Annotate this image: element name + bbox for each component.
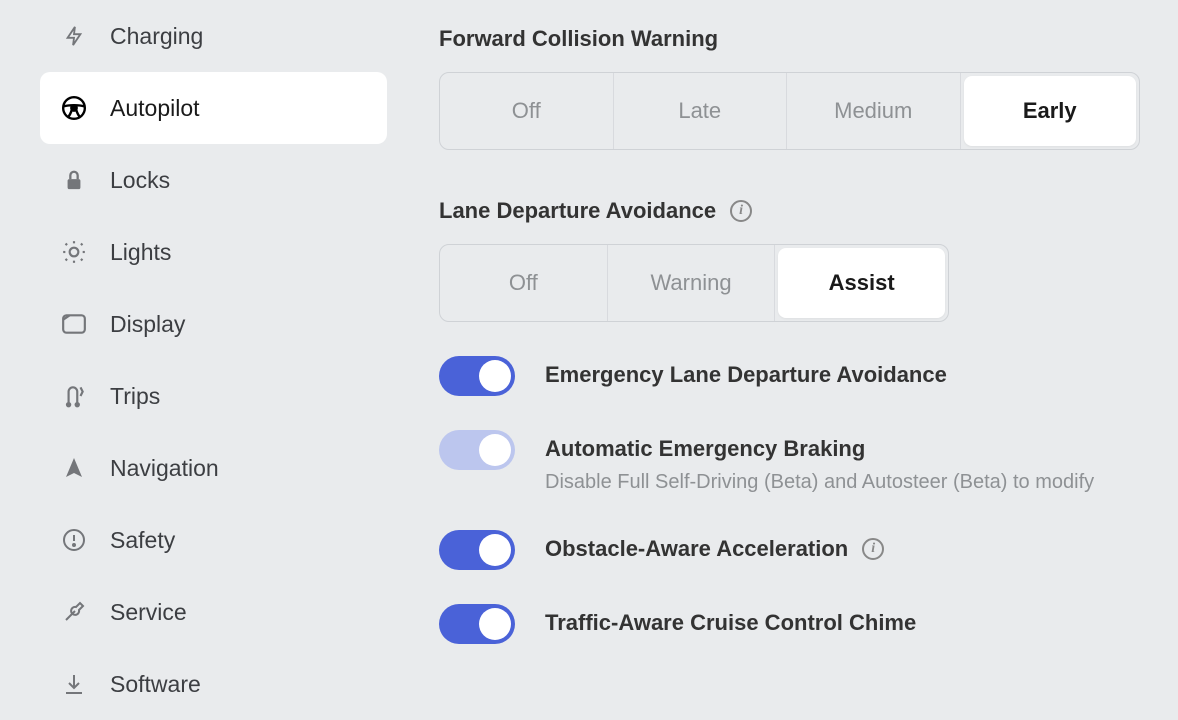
lda-option-off[interactable]: Off xyxy=(440,245,608,321)
lda-title-text: Lane Departure Avoidance xyxy=(439,198,716,224)
aeb-label: Automatic Emergency Braking xyxy=(545,430,1094,462)
sidebar-label: Charging xyxy=(110,23,203,50)
tacc-toggle[interactable] xyxy=(439,604,515,644)
oaa-label-text: Obstacle-Aware Acceleration xyxy=(545,536,848,562)
oaa-toggle[interactable] xyxy=(439,530,515,570)
fcw-title-text: Forward Collision Warning xyxy=(439,26,718,52)
sidebar-label: Software xyxy=(110,671,201,698)
elda-label: Emergency Lane Departure Avoidance xyxy=(545,356,947,388)
sidebar-item-charging[interactable]: Charging xyxy=(40,0,387,72)
fcw-segmented: Off Late Medium Early xyxy=(439,72,1140,150)
bolt-icon xyxy=(60,22,88,50)
fcw-option-early[interactable]: Early xyxy=(964,76,1137,146)
fcw-option-off[interactable]: Off xyxy=(440,73,614,149)
navigation-icon xyxy=(60,454,88,482)
sidebar-label: Locks xyxy=(110,167,170,194)
sidebar-item-software[interactable]: Software xyxy=(40,648,387,720)
lda-option-assist[interactable]: Assist xyxy=(778,248,945,318)
tacc-label: Traffic-Aware Cruise Control Chime xyxy=(545,604,916,636)
download-icon xyxy=(60,670,88,698)
steering-wheel-icon xyxy=(60,94,88,122)
lda-segmented: Off Warning Assist xyxy=(439,244,949,322)
oaa-label: Obstacle-Aware Acceleration i xyxy=(545,530,884,562)
sidebar-label: Service xyxy=(110,599,187,626)
fcw-option-medium[interactable]: Medium xyxy=(787,73,961,149)
elda-row: Emergency Lane Departure Avoidance xyxy=(439,356,1140,396)
sidebar-item-autopilot[interactable]: Autopilot xyxy=(40,72,387,144)
sidebar-item-lights[interactable]: Lights xyxy=(40,216,387,288)
sidebar-item-safety[interactable]: Safety xyxy=(40,504,387,576)
info-icon[interactable]: i xyxy=(730,200,752,222)
lda-title: Lane Departure Avoidance i xyxy=(439,198,1140,224)
sidebar-label: Display xyxy=(110,311,185,338)
main-content: Forward Collision Warning Off Late Mediu… xyxy=(395,0,1178,663)
aeb-toggle xyxy=(439,430,515,470)
sidebar-item-service[interactable]: Service xyxy=(40,576,387,648)
elda-toggle[interactable] xyxy=(439,356,515,396)
oaa-row: Obstacle-Aware Acceleration i xyxy=(439,530,1140,570)
sidebar-item-display[interactable]: Display xyxy=(40,288,387,360)
sidebar-label: Lights xyxy=(110,239,171,266)
sidebar: Charging Autopilot Locks Lights Display … xyxy=(0,0,395,663)
alert-circle-icon xyxy=(60,526,88,554)
lock-icon xyxy=(60,166,88,194)
trips-icon xyxy=(60,382,88,410)
sidebar-item-navigation[interactable]: Navigation xyxy=(40,432,387,504)
sun-icon xyxy=(60,238,88,266)
info-icon[interactable]: i xyxy=(862,538,884,560)
wrench-icon xyxy=(60,598,88,626)
display-icon xyxy=(60,310,88,338)
sidebar-item-locks[interactable]: Locks xyxy=(40,144,387,216)
aeb-row: Automatic Emergency Braking Disable Full… xyxy=(439,430,1140,496)
sidebar-label: Autopilot xyxy=(110,95,200,122)
sidebar-label: Safety xyxy=(110,527,175,554)
sidebar-label: Trips xyxy=(110,383,160,410)
tacc-row: Traffic-Aware Cruise Control Chime xyxy=(439,604,1140,644)
aeb-sublabel: Disable Full Self-Driving (Beta) and Aut… xyxy=(545,468,1094,496)
sidebar-label: Navigation xyxy=(110,455,219,482)
fcw-option-late[interactable]: Late xyxy=(614,73,788,149)
sidebar-item-trips[interactable]: Trips xyxy=(40,360,387,432)
fcw-title: Forward Collision Warning xyxy=(439,26,1140,52)
lda-option-warning[interactable]: Warning xyxy=(608,245,776,321)
